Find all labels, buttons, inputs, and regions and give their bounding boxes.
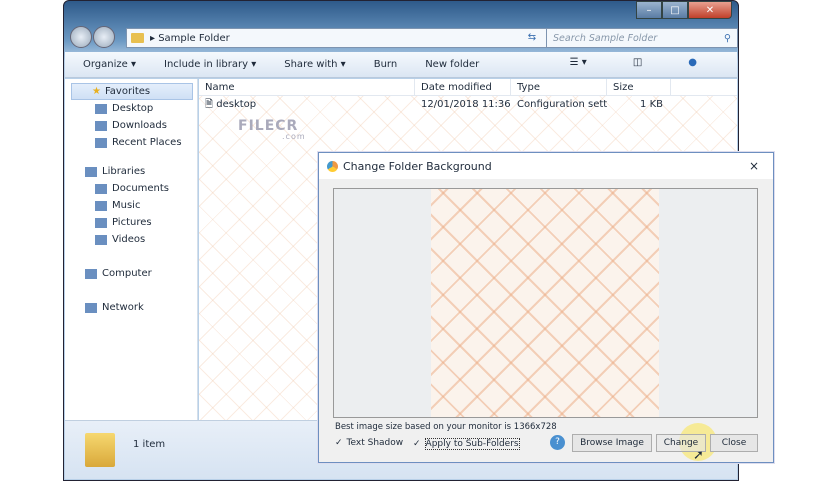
back-button[interactable] xyxy=(70,26,92,48)
app-logo-icon xyxy=(327,160,338,172)
file-row[interactable]: 🗎 desktop 12/01/2018 11:36 Configuration… xyxy=(199,96,737,113)
folder-icon xyxy=(131,33,144,43)
apply-subfolders-checkbox[interactable]: ✓ Apply to Sub-Folders xyxy=(413,438,520,450)
libraries-icon xyxy=(85,166,97,177)
downloads-icon xyxy=(95,120,107,131)
preview-pane-icon[interactable]: ◫ xyxy=(633,57,642,68)
sidebar-item-videos[interactable]: Videos xyxy=(65,231,197,248)
sidebar-computer[interactable]: Computer xyxy=(65,265,197,282)
view-icon[interactable]: ☰ ▾ xyxy=(570,57,587,68)
sidebar-network[interactable]: Network xyxy=(65,299,197,316)
maximize-button[interactable]: □ xyxy=(662,1,688,19)
pictures-icon xyxy=(95,217,107,228)
folder-icon xyxy=(85,433,115,467)
cursor-icon: ➚ xyxy=(693,448,704,463)
sidebar-favorites[interactable]: ★ Favorites xyxy=(71,83,193,100)
sidebar-item-documents[interactable]: Documents xyxy=(65,180,197,197)
forward-button[interactable] xyxy=(93,26,115,48)
recent-places-icon xyxy=(95,137,107,148)
help-icon[interactable]: ● xyxy=(688,57,697,68)
organize-button[interactable]: Organize ▾ xyxy=(83,59,136,70)
music-icon xyxy=(95,200,107,211)
include-library-button[interactable]: Include in library ▾ xyxy=(164,59,256,70)
search-icon: ⚲ xyxy=(724,33,731,44)
sidebar-item-downloads[interactable]: Downloads xyxy=(65,117,197,134)
sidebar-libraries[interactable]: Libraries xyxy=(65,163,197,180)
address-text: Sample Folder xyxy=(158,32,230,44)
documents-icon xyxy=(95,183,107,194)
browse-image-button[interactable]: Browse Image xyxy=(572,434,652,452)
sidebar-item-pictures[interactable]: Pictures xyxy=(65,214,197,231)
sidebar: ★ Favorites Desktop Downloads Recent Plac… xyxy=(65,79,198,420)
help-button[interactable]: ? xyxy=(550,435,565,450)
column-size[interactable]: Size xyxy=(607,79,671,95)
burn-button[interactable]: Burn xyxy=(374,59,397,70)
network-icon xyxy=(85,302,97,313)
text-shadow-checkbox[interactable]: ✓ Text Shadow xyxy=(335,438,403,448)
column-type[interactable]: Type xyxy=(511,79,607,95)
share-with-button[interactable]: Share with ▾ xyxy=(284,59,345,70)
column-date[interactable]: Date modified xyxy=(415,79,511,95)
background-preview xyxy=(333,188,758,418)
sidebar-item-music[interactable]: Music xyxy=(65,197,197,214)
pattern-image xyxy=(431,189,659,417)
videos-icon xyxy=(95,234,107,245)
size-hint: Best image size based on your monitor is… xyxy=(335,422,557,432)
item-count: 1 item xyxy=(133,439,166,450)
sidebar-item-recent[interactable]: Recent Places xyxy=(65,134,197,151)
search-input[interactable]: Search Sample Folder ⚲ xyxy=(546,28,738,48)
sidebar-item-desktop[interactable]: Desktop xyxy=(65,100,197,117)
config-file-icon: 🗎 xyxy=(205,99,214,110)
change-folder-background-dialog: Change Folder Background × Best image si… xyxy=(318,152,774,463)
refresh-icon[interactable]: ⇆ xyxy=(522,28,542,48)
close-window-button[interactable]: ✕ xyxy=(688,1,732,19)
minimize-button[interactable]: – xyxy=(636,1,662,19)
star-icon: ★ xyxy=(92,86,101,97)
dialog-close-icon[interactable]: × xyxy=(749,159,759,173)
watermark-logo: FILECR .com xyxy=(238,118,306,141)
dialog-title: Change Folder Background xyxy=(343,159,492,173)
new-folder-button[interactable]: New folder xyxy=(425,59,479,70)
toolbar: Organize ▾ Include in library ▾ Share wi… xyxy=(65,52,737,78)
desktop-icon xyxy=(95,103,107,114)
column-name[interactable]: Name xyxy=(199,79,415,95)
computer-icon xyxy=(85,268,97,279)
address-bar[interactable]: ▸ Sample Folder▾ xyxy=(126,28,582,48)
close-button[interactable]: Close xyxy=(710,434,758,452)
